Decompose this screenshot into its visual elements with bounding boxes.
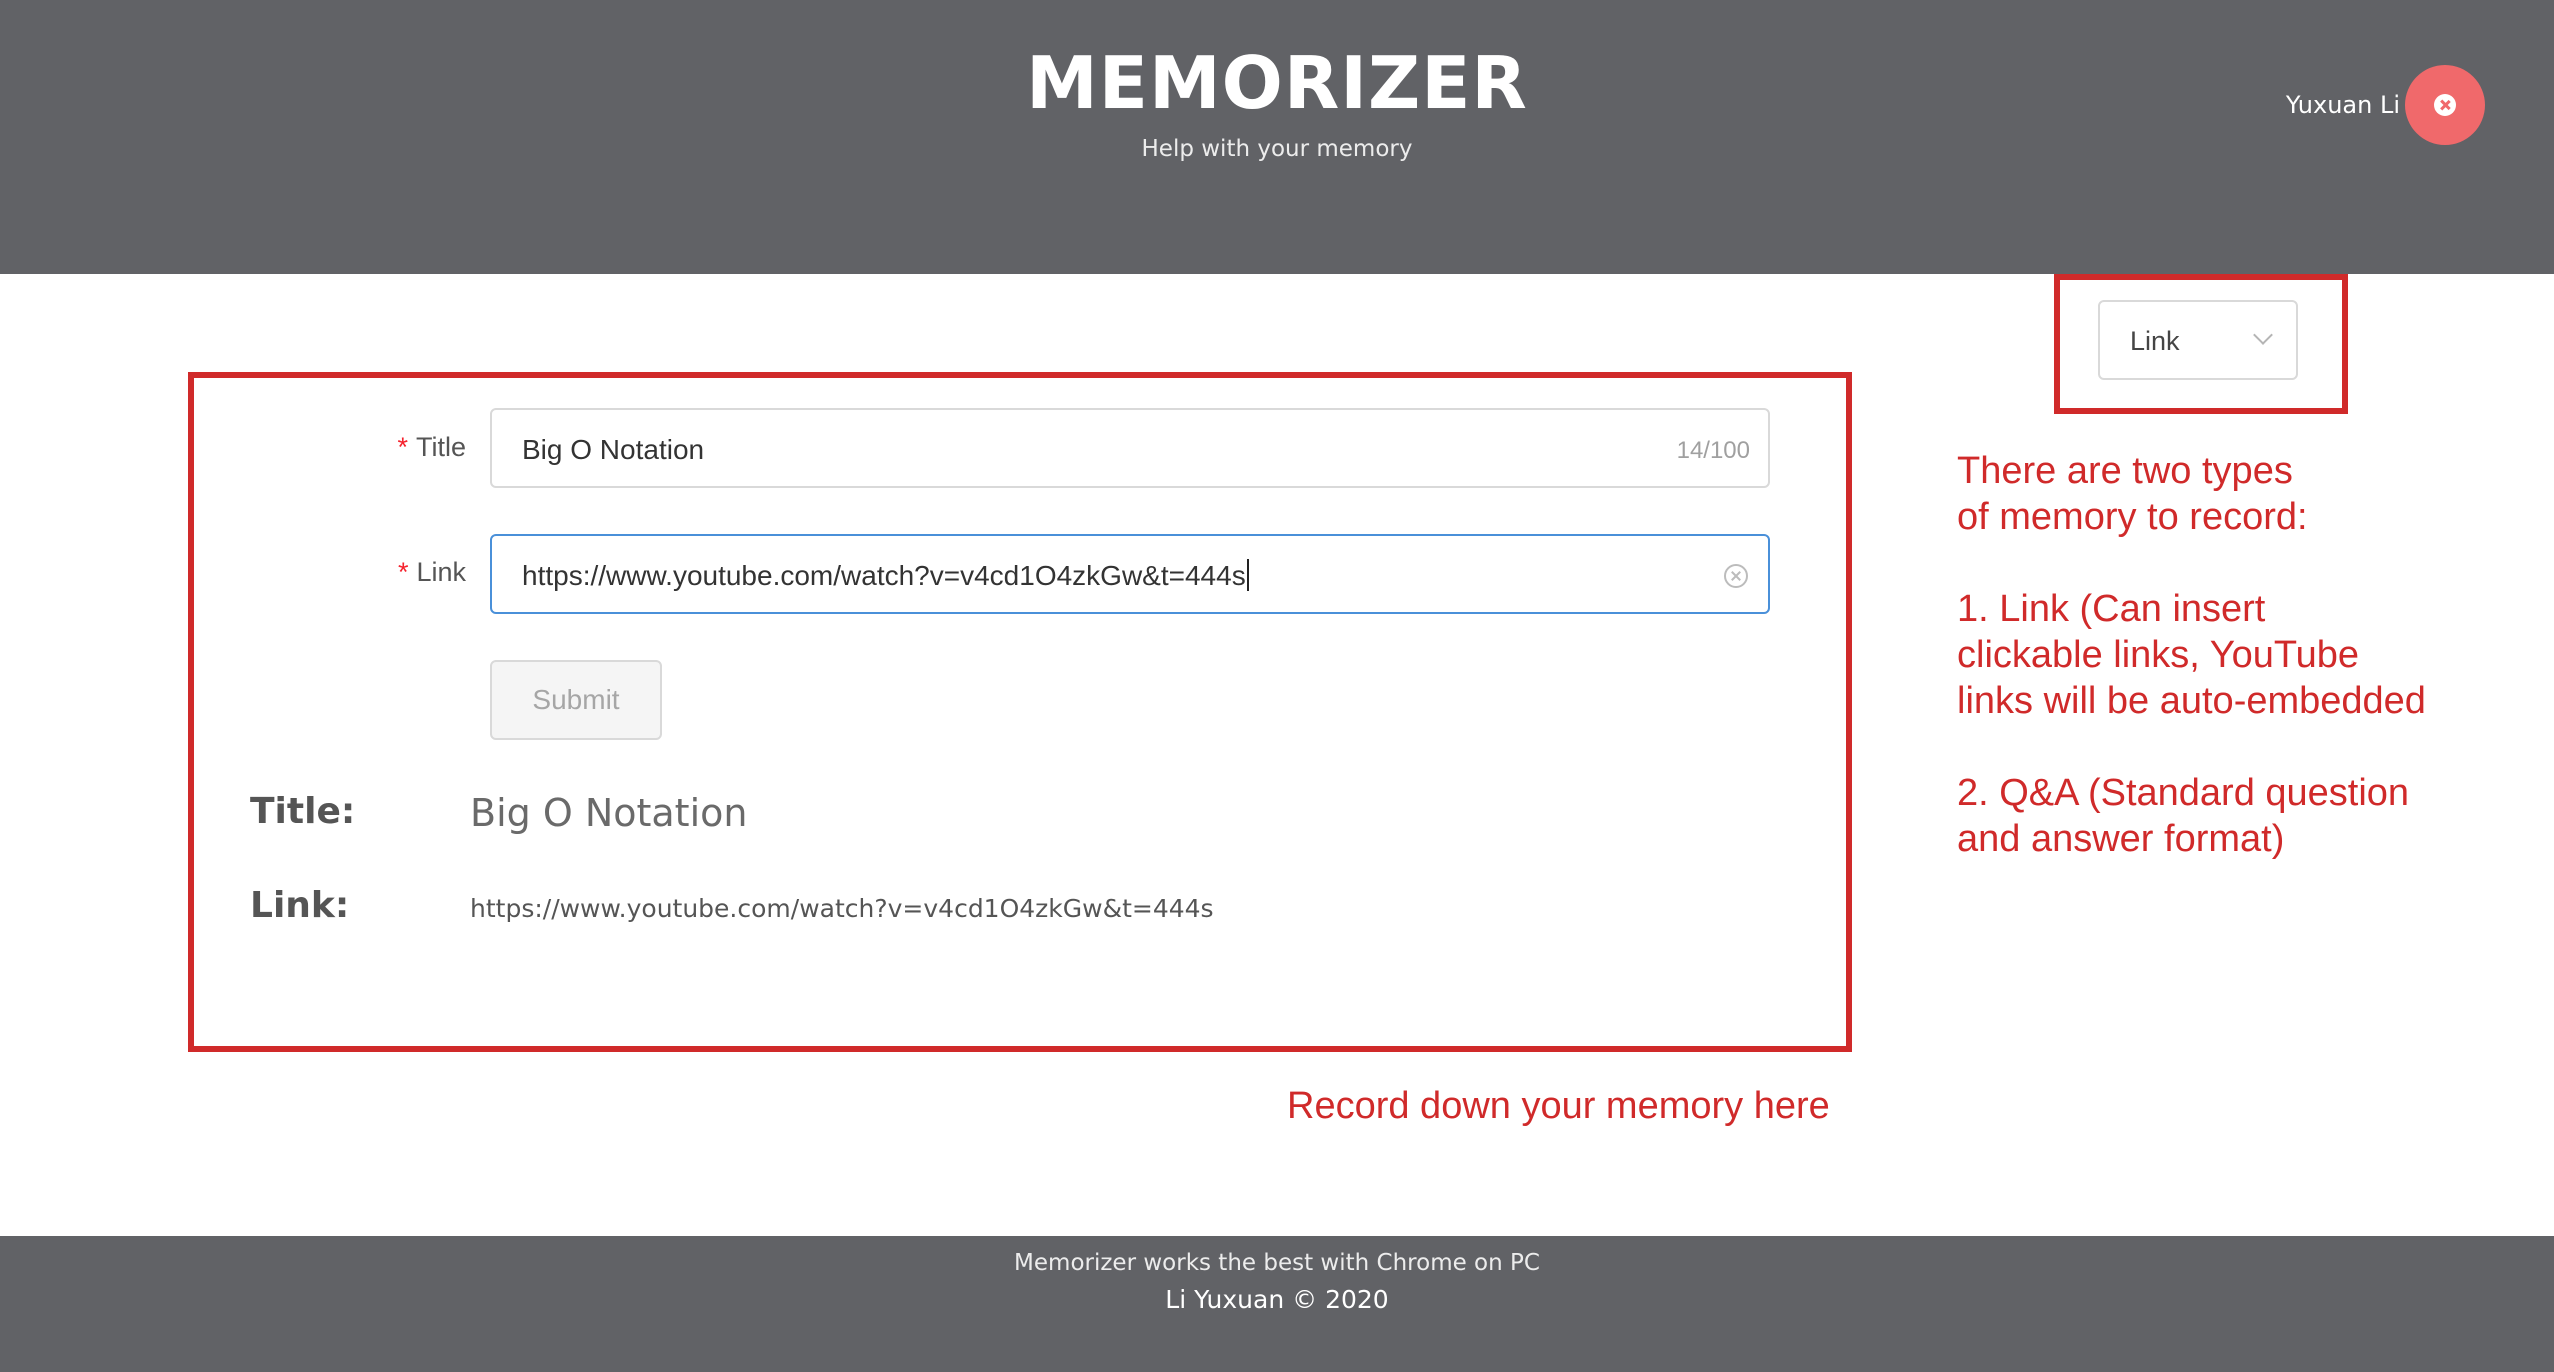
- user-name: Yuxuan Li: [2285, 91, 2400, 119]
- annotation-qa-line2: and answer format): [1957, 818, 2285, 860]
- annotation-link-line2: clickable links, YouTube: [1957, 634, 2360, 676]
- logout-button[interactable]: [2405, 65, 2485, 145]
- annotation-types-line2: of memory to record:: [1957, 496, 2308, 538]
- annotation-link-line1: 1. Link (Can insert: [1957, 588, 2266, 630]
- footer-copyright: Li Yuxuan © 2020: [1165, 1285, 1389, 1314]
- app-subtitle: Help with your memory: [1141, 136, 1413, 162]
- annotation-record-here: Record down your memory here: [1287, 1085, 1830, 1127]
- select-annotation-box: [2054, 274, 2348, 414]
- form-annotation-box: [188, 372, 1852, 1052]
- app-title: MEMORIZER: [1026, 41, 1528, 125]
- annotation-types-line1: There are two types: [1957, 450, 2293, 492]
- annotation-qa-line1: 2. Q&A (Standard question: [1957, 772, 2410, 814]
- close-circle-icon: [2434, 94, 2456, 116]
- annotation-link-line3: links will be auto-embedded: [1957, 680, 2426, 722]
- footer-browser-note: Memorizer works the best with Chrome on …: [1014, 1250, 1540, 1276]
